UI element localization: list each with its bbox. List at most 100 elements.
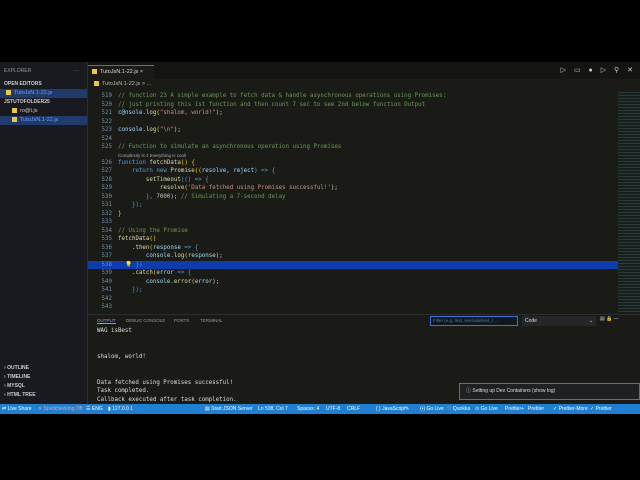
code-token: c@nsole xyxy=(118,110,143,116)
code-line[interactable]: 538 💡 }) xyxy=(88,260,618,269)
minimap[interactable] xyxy=(618,92,640,312)
code-editor[interactable]: 519 // function 23 A simple example to fe… xyxy=(88,92,618,312)
code-token: return new xyxy=(118,168,171,174)
code-line[interactable]: 540 console.error(error); xyxy=(88,278,618,287)
code-line[interactable]: 524 xyxy=(88,135,618,144)
vscode-window: EXPLORER ··· OPEN EDITORS TutoJsN.1-22.js… xyxy=(0,62,640,414)
panel-controls[interactable]: ▤ 🔒 — xyxy=(600,316,619,322)
code-line[interactable]: 534 // Using the Promise xyxy=(88,227,618,236)
file-item[interactable]: ro@t.js xyxy=(0,107,87,116)
code-token: }, xyxy=(118,193,157,200)
code-token: 💡 }) xyxy=(118,261,143,268)
status-item[interactable]: Prettier+ xyxy=(505,404,524,414)
line-number: 535 xyxy=(101,236,112,242)
breadcrumb[interactable]: TutoJsN.1-22.js > ... xyxy=(88,79,151,89)
js-file-icon xyxy=(6,90,11,96)
status-item[interactable]: Ln 538, Col 7 xyxy=(258,404,288,414)
explorer-title: EXPLORER ··· xyxy=(0,62,87,80)
code-line[interactable]: 532} xyxy=(88,210,618,219)
tab-debug-console[interactable]: DEBUG CONSOLE xyxy=(126,318,165,323)
line-number: 523 xyxy=(101,127,112,133)
code-line[interactable]: 537 console.log(response); xyxy=(88,252,618,261)
line-number: 534 xyxy=(101,227,112,234)
code-token: console xyxy=(118,278,171,285)
code-line[interactable]: 530 }, 7000); // Simulating a 7-second d… xyxy=(88,193,618,202)
code-token: // just printing this 1st function and t… xyxy=(118,101,426,108)
editor-actions[interactable]: ▷ ▭ ● ▷ ⚲ ✕ xyxy=(561,66,636,74)
js-file-icon xyxy=(92,69,97,75)
code-token: 7000 xyxy=(156,193,171,200)
output-channel-select[interactable]: Code ⌄ xyxy=(522,316,596,326)
tab-output[interactable]: OUTPUT xyxy=(97,318,116,324)
code-line[interactable]: 526 function fetchData() { xyxy=(88,159,618,168)
code-line[interactable]: 536 .then(response => { xyxy=(88,244,618,253)
code-line[interactable]: 519 // function 23 A simple example to fe… xyxy=(88,92,618,101)
code-token: error xyxy=(173,278,192,285)
status-item[interactable]: CRLF xyxy=(347,404,360,414)
code-token: log xyxy=(173,253,185,259)
code-token: error xyxy=(194,278,213,285)
mysql-section[interactable]: › MYSQL xyxy=(0,382,88,391)
status-item[interactable]: ♡ Quokka xyxy=(447,404,470,414)
tab-terminal[interactable]: TERMINAL xyxy=(200,318,223,323)
code-line[interactable]: 535 fetchData() xyxy=(88,235,618,244)
code-line[interactable]: 541 }); xyxy=(88,286,618,295)
code-line[interactable]: 520 // just printing this 1st function an… xyxy=(88,101,618,110)
tab-label: TutoJsN.1-22.js xyxy=(100,69,139,75)
status-item[interactable]: Prettier xyxy=(528,404,544,414)
code-token: ); xyxy=(215,253,223,259)
code-line[interactable]: 543 xyxy=(88,303,618,312)
folder-section[interactable]: JSTUTOFOLDER25 xyxy=(0,98,87,107)
code-line[interactable]: 533 xyxy=(88,218,618,227)
code-line[interactable]: 525 // Function to simulate an asynchrono… xyxy=(88,143,618,152)
code-token: then xyxy=(135,244,150,251)
code-token: setTimeout xyxy=(118,176,181,183)
close-icon[interactable]: × xyxy=(140,69,143,75)
code-token: } xyxy=(118,210,122,217)
codelens[interactable]: Complexity is 4 Everything is cool! xyxy=(88,152,618,159)
code-line[interactable]: 527 return new Promise((resolve, reject)… xyxy=(88,167,618,176)
status-item[interactable]: ⊙ Go Live xyxy=(475,404,498,414)
file-label: ro@t.js xyxy=(20,108,38,114)
tab-tutojs[interactable]: TutoJsN.1-22.js × xyxy=(88,65,154,79)
notification-toast[interactable]: ⓘ Setting up Dev Containers (show log) xyxy=(459,383,640,400)
code-line[interactable]: 531 }); xyxy=(88,201,618,210)
open-editors-section[interactable]: OPEN EDITORS xyxy=(0,80,87,89)
status-item[interactable]: ✓ Prettier-More xyxy=(553,404,588,414)
status-item[interactable]: ✎ xyxy=(405,404,409,414)
tab-ports[interactable]: PORTS xyxy=(174,318,189,323)
file-item[interactable]: TutoJsN.1-22.js xyxy=(0,116,87,125)
timeline-section[interactable]: › TIMELINE xyxy=(0,373,88,382)
more-actions-button[interactable]: ··· xyxy=(74,62,79,80)
code-line[interactable]: 542 xyxy=(88,295,618,304)
line-number: 520 xyxy=(101,101,112,108)
code-line[interactable]: 528 setTimeout(() => { xyxy=(88,176,618,185)
status-item[interactable]: ▮ 127.0.0.1 xyxy=(108,404,133,414)
output-line: shalom, world! xyxy=(97,353,146,360)
code-token: => { xyxy=(173,270,192,276)
code-line[interactable]: 523 console.log("\n"); xyxy=(88,126,618,135)
open-editor-item[interactable]: TutoJsN.1-22.js xyxy=(0,89,87,98)
status-item[interactable]: UTF-8 xyxy=(326,404,340,414)
output-filter-input[interactable]: Filter (e.g. text, !exclude\text, !... xyxy=(430,316,518,326)
code-token: function xyxy=(118,159,150,166)
status-item[interactable]: ✕ Spellchecking Off xyxy=(38,404,82,414)
section-label: MYSQL xyxy=(7,383,25,389)
line-number: 539 xyxy=(101,270,112,276)
code-line[interactable]: 521 c@nsole.log("shalom, world!"); xyxy=(88,109,618,118)
outline-section[interactable]: › OUTLINE xyxy=(0,364,88,373)
code-line[interactable]: 529 resolve('Data fetched using Promises… xyxy=(88,184,618,193)
status-item[interactable]: ▤ Start JSON Server xyxy=(205,404,253,414)
code-line[interactable]: 539 .catch(error => { xyxy=(88,269,618,278)
status-item[interactable]: ☰ ENG xyxy=(86,404,103,414)
section-label: HTML TREE xyxy=(7,392,36,398)
code-line[interactable]: 522 xyxy=(88,118,618,127)
status-item[interactable]: ✓ Prettier xyxy=(590,404,612,414)
status-item[interactable]: (•) Go Live xyxy=(420,404,444,414)
html-tree-section[interactable]: › HTML TREE xyxy=(0,391,88,400)
status-item[interactable]: { } JavaScript xyxy=(376,404,405,414)
status-item[interactable]: Spaces: 4 xyxy=(297,404,319,414)
status-item[interactable]: ⇄ Live Share xyxy=(2,404,31,414)
